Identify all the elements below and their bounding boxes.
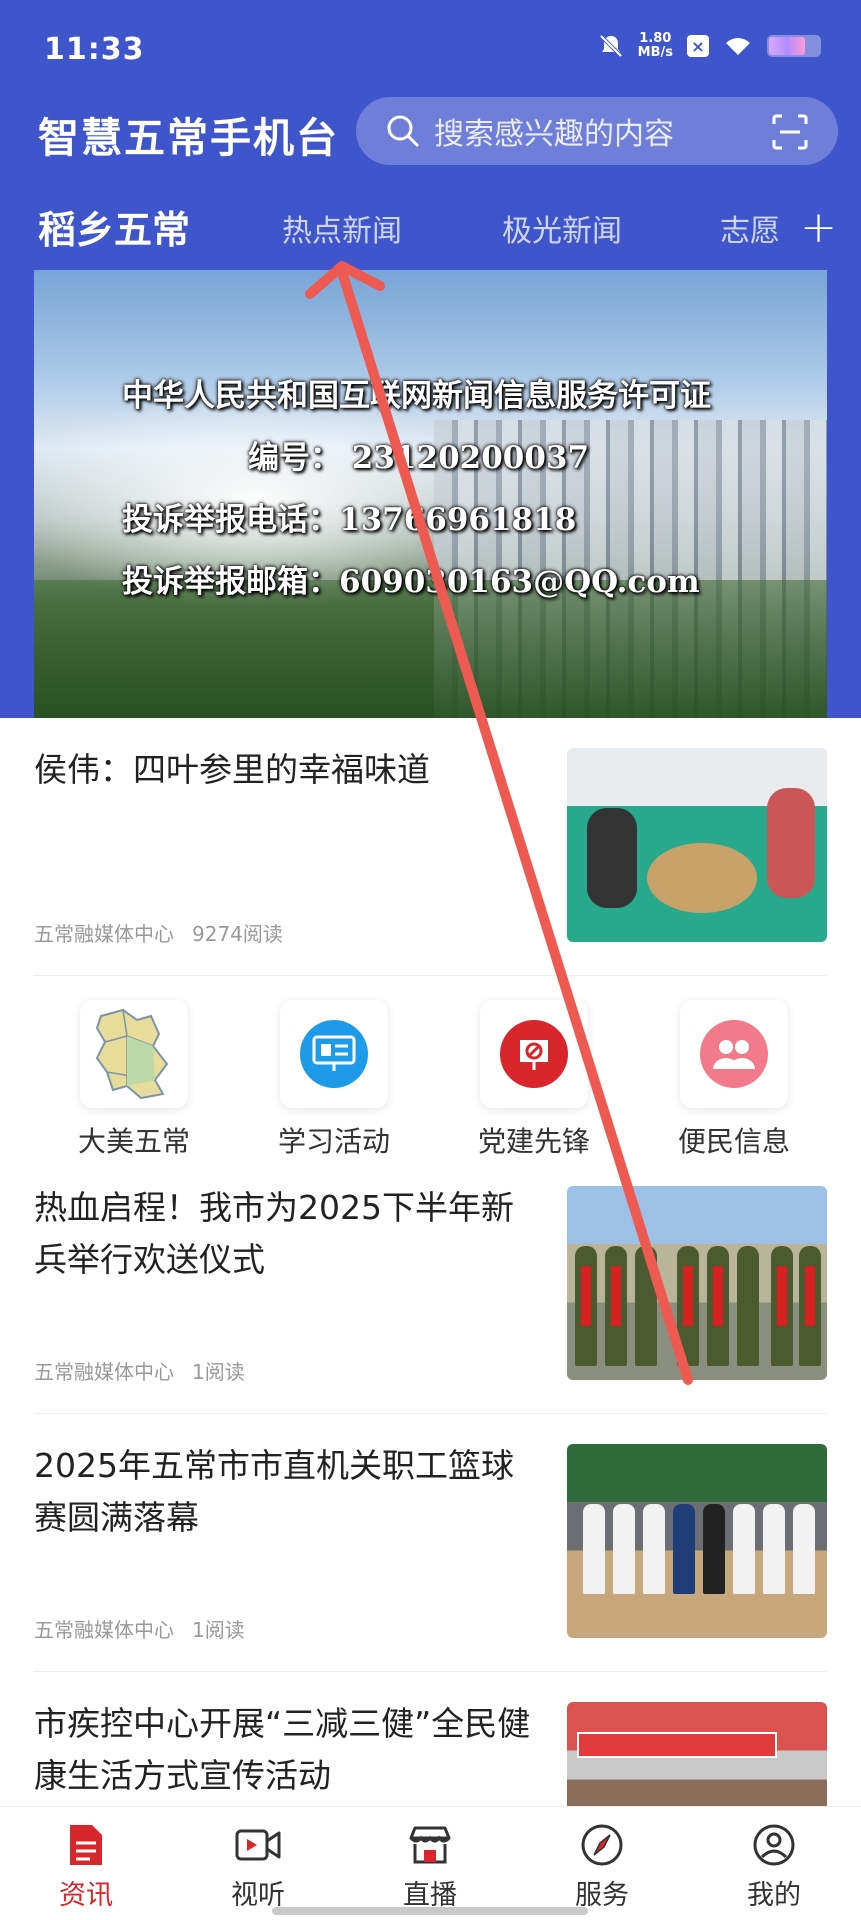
article-source: 五常融媒体中心 — [34, 1360, 174, 1384]
article-meta: 五常融媒体中心 1阅读 — [34, 1356, 245, 1385]
status-bar: 11:33 1.80 MB/s × — [0, 0, 861, 100]
quick-links: 大美五常 学习活动 党建先锋 便民信息 — [0, 976, 861, 1176]
net-speed: 1.80 MB/s — [637, 31, 673, 60]
user-circle-icon — [714, 1821, 834, 1869]
wifi-icon — [726, 38, 750, 55]
quick-link-label: 党建先锋 — [477, 1125, 590, 1158]
quick-link-label: 学习活动 — [277, 1125, 390, 1158]
list-item[interactable]: 热血启程！我市为2025下半年新兵举行欢送仪式 五常融媒体中心 1阅读 — [34, 1156, 827, 1414]
app-header: 11:33 1.80 MB/s × 智慧五常手机台 搜索感兴趣的内容 稻乡五常 … — [0, 0, 861, 718]
search-placeholder: 搜索感兴趣的内容 — [434, 117, 674, 152]
app-title: 智慧五常手机台 — [38, 114, 339, 162]
list-item[interactable]: 2025年五常市市直机关职工篮球赛圆满落幕 五常融媒体中心 1阅读 — [34, 1414, 827, 1672]
article-meta: 五常融媒体中心 9274阅读 — [34, 918, 283, 947]
tab-aurora-news[interactable]: 极光新闻 — [502, 206, 622, 250]
nav-video[interactable]: 视听 — [198, 1821, 318, 1912]
nav-profile[interactable]: 我的 — [714, 1821, 834, 1912]
people-icon — [700, 1020, 768, 1088]
tab-hot-news[interactable]: 热点新闻 — [282, 206, 402, 250]
search-input[interactable]: 搜索感兴趣的内容 — [356, 97, 838, 165]
party-emblem-icon — [500, 1020, 568, 1088]
banner-line-email: 投诉举报邮箱：609030163@QQ.com — [122, 564, 700, 600]
tab-volunteer[interactable]: 志愿 — [720, 206, 780, 250]
article-title: 侯伟：四叶参里的幸福味道 — [34, 750, 430, 789]
quick-link-party-pioneer[interactable]: 党建先锋 — [454, 1000, 614, 1160]
nav-label: 我的 — [747, 1880, 801, 1911]
scan-icon[interactable] — [772, 114, 808, 150]
article-thumbnail — [567, 1186, 827, 1380]
banner-line-title: 中华人民共和国互联网新闻信息服务许可证 — [122, 378, 711, 414]
compass-icon — [542, 1821, 662, 1869]
article-reads: 9274阅读 — [192, 922, 283, 946]
article-title: 2025年五常市市直机关职工篮球赛圆满落幕 — [34, 1446, 514, 1537]
status-icons: 1.80 MB/s × — [598, 32, 821, 60]
article-source: 五常融媒体中心 — [34, 1618, 174, 1642]
article-title: 市疾控中心开展“三减三健”全民健康生活方式宣传活动 — [34, 1704, 531, 1795]
channel-tabs: 稻乡五常 热点新闻 极光新闻 志愿 + — [0, 196, 861, 260]
study-board-icon — [300, 1020, 368, 1088]
x-notification-icon: × — [687, 35, 709, 57]
news-doc-icon — [26, 1821, 146, 1869]
article-reads: 1阅读 — [192, 1618, 245, 1642]
banner-carousel[interactable]: 中华人民共和国互联网新闻信息服务许可证 编号： 23120200037 投诉举报… — [34, 270, 827, 718]
quick-link-study-activity[interactable]: 学习活动 — [254, 1000, 414, 1160]
status-time: 11:33 — [44, 32, 145, 67]
article-meta: 五常融媒体中心 1阅读 — [34, 1614, 245, 1643]
quick-link-label: 便民信息 — [677, 1125, 790, 1158]
article-reads: 1阅读 — [192, 1360, 245, 1384]
battery-icon — [767, 35, 821, 57]
bottom-nav: 资讯 视听 直播 服务 我的 — [0, 1806, 861, 1920]
nav-label: 资讯 — [59, 1880, 113, 1911]
nav-service[interactable]: 服务 — [542, 1821, 662, 1912]
article-source: 五常融媒体中心 — [34, 922, 174, 946]
nav-news[interactable]: 资讯 — [26, 1821, 146, 1912]
quick-link-civil-info[interactable]: 便民信息 — [654, 1000, 814, 1160]
add-channel-button[interactable]: + — [800, 202, 837, 253]
article-title: 热血启程！我市为2025下半年新兵举行欢送仪式 — [34, 1188, 514, 1279]
list-item[interactable]: 侯伟：四叶参里的幸福味道 五常融媒体中心 9274阅读 — [34, 718, 827, 976]
search-icon — [387, 115, 419, 147]
banner-line-number: 编号： 23120200037 — [248, 440, 590, 476]
video-camera-icon — [198, 1821, 318, 1869]
banner-line-phone: 投诉举报电话：13766961818 — [122, 502, 577, 538]
live-store-icon — [370, 1821, 490, 1869]
banner-license-text: 中华人民共和国互联网新闻信息服务许可证 编号： 23120200037 投诉举报… — [34, 270, 827, 718]
mute-bell-icon — [599, 34, 623, 58]
tab-daoxiang-wuchang[interactable]: 稻乡五常 — [38, 199, 190, 254]
quick-link-label: 大美五常 — [77, 1125, 190, 1158]
map-icon — [80, 1000, 188, 1108]
nav-live[interactable]: 直播 — [370, 1821, 490, 1912]
quick-link-damei-wuchang[interactable]: 大美五常 — [54, 1000, 214, 1160]
home-indicator — [272, 1907, 588, 1915]
article-thumbnail — [567, 748, 827, 942]
article-thumbnail — [567, 1444, 827, 1638]
